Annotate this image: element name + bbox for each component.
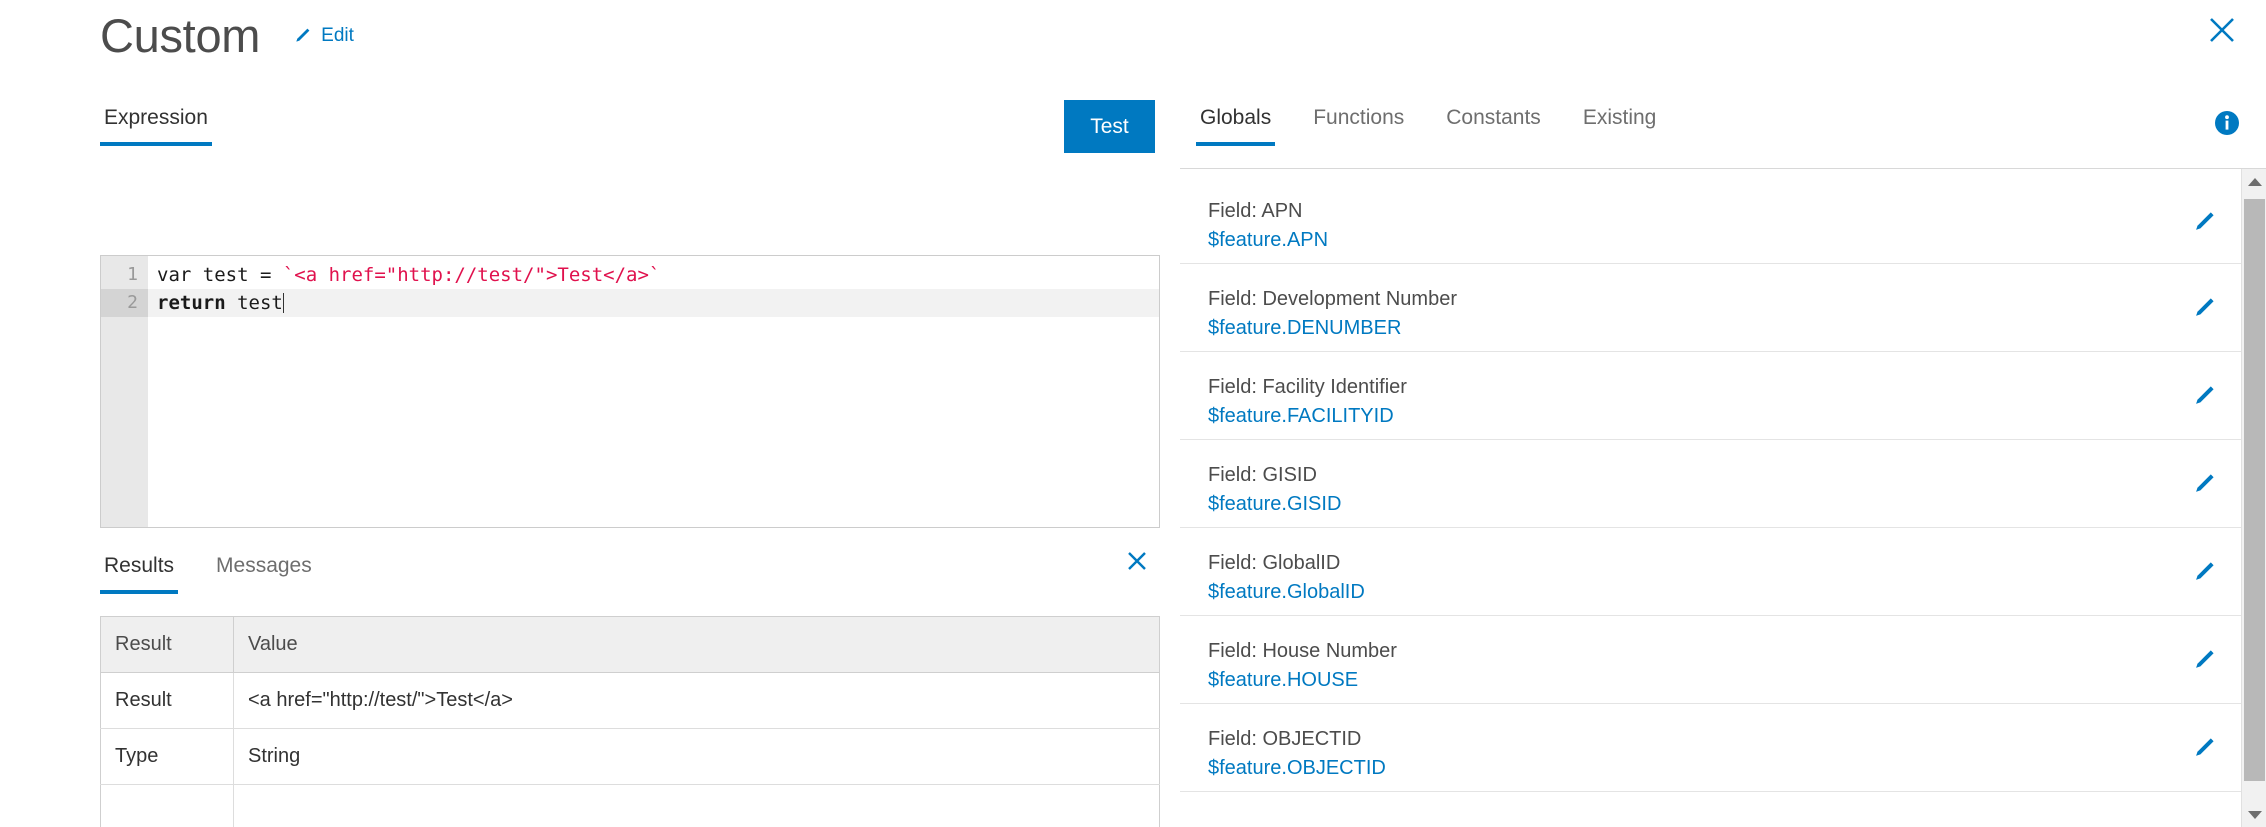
pencil-icon[interactable]: [2191, 559, 2217, 585]
table-row: Result <a href="http://test/">Test</a>: [101, 673, 1160, 729]
list-item[interactable]: Field: GlobalID $feature.GlobalID: [1180, 528, 2241, 616]
close-icon[interactable]: [2200, 8, 2244, 52]
dialog-header: Custom Edit: [100, 12, 354, 59]
edit-title-button[interactable]: Edit: [292, 25, 354, 47]
code-token: var test =: [157, 264, 283, 286]
reference-list-scrollbar[interactable]: [2241, 169, 2266, 827]
tab-messages-label: Messages: [216, 554, 312, 577]
code-editor[interactable]: 1 2 var test = `<a href="http://test/">T…: [100, 255, 1160, 528]
code-token-keyword: return: [157, 292, 226, 314]
reference-list-wrap: Field: APN $feature.APN Field: Developme…: [1180, 168, 2266, 827]
line-number: 1: [101, 261, 148, 289]
row-value-empty: [234, 785, 1160, 827]
code-token-string: `<a href="http://test/">Test</a>`: [283, 264, 661, 286]
field-label: Field: House Number: [1208, 637, 2171, 666]
list-item[interactable]: Field: Development Number $feature.DENUM…: [1180, 264, 2241, 352]
field-expression[interactable]: $feature.APN: [1208, 226, 2171, 255]
table-empty-row: [101, 785, 1160, 827]
expression-tabbar: Expression: [100, 102, 212, 146]
chevron-down-icon[interactable]: [2242, 802, 2266, 827]
tab-globals[interactable]: Globals: [1196, 102, 1275, 146]
field-label: Field: OBJECTID: [1208, 725, 2171, 754]
page-title: Custom: [100, 12, 260, 59]
results-section: Results Messages Result Value: [100, 550, 1160, 827]
list-item[interactable]: Field: Facility Identifier $feature.FACI…: [1180, 352, 2241, 440]
code-line: return test: [148, 289, 1159, 317]
field-expression[interactable]: $feature.GISID: [1208, 490, 2171, 519]
field-label: Field: Facility Identifier: [1208, 373, 2171, 402]
field-label: Field: Development Number: [1208, 285, 2171, 314]
tab-results-label: Results: [104, 554, 174, 577]
expression-panel: Expression 1 2 var test = `<a href="http…: [0, 90, 1180, 827]
row-key: Result: [101, 673, 234, 729]
pencil-icon[interactable]: [2191, 383, 2217, 409]
list-item[interactable]: Field: GISID $feature.GISID: [1180, 440, 2241, 528]
results-tabbar: Results Messages: [100, 550, 1160, 594]
tab-existing-label: Existing: [1583, 106, 1657, 129]
test-button[interactable]: Test: [1064, 100, 1155, 153]
tab-results[interactable]: Results: [100, 550, 178, 594]
edit-label: Edit: [321, 25, 354, 47]
pencil-icon: [292, 26, 312, 46]
row-value: String: [234, 729, 1160, 785]
code-line: var test = `<a href="http://test/">Test<…: [148, 261, 1159, 289]
line-number-gutter: 1 2: [101, 256, 148, 527]
reference-tabbar: Globals Functions Constants Existing: [1196, 102, 1660, 146]
field-label: Field: GlobalID: [1208, 549, 2171, 578]
tab-expression-label: Expression: [104, 106, 208, 129]
results-table: Result Value Result <a href="http://test…: [100, 616, 1160, 827]
column-header-value: Value: [234, 617, 1160, 673]
column-header-result: Result: [101, 617, 234, 673]
tab-constants[interactable]: Constants: [1442, 102, 1545, 146]
tab-globals-label: Globals: [1200, 106, 1271, 129]
list-item[interactable]: Field: House Number $feature.HOUSE: [1180, 616, 2241, 704]
tab-expression[interactable]: Expression: [100, 102, 212, 146]
row-key: Type: [101, 729, 234, 785]
row-value: <a href="http://test/">Test</a>: [234, 673, 1160, 729]
reference-panel: Globals Functions Constants Existing: [1180, 90, 2266, 827]
tab-constants-label: Constants: [1446, 106, 1541, 129]
field-label: Field: APN: [1208, 197, 2171, 226]
scrollbar-thumb[interactable]: [2244, 199, 2265, 781]
row-key-empty: [101, 785, 234, 827]
tab-existing[interactable]: Existing: [1579, 102, 1661, 146]
code-token: test: [226, 292, 283, 314]
pencil-icon[interactable]: [2191, 647, 2217, 673]
pencil-icon[interactable]: [2191, 295, 2217, 321]
info-icon[interactable]: [2212, 108, 2242, 138]
tab-functions[interactable]: Functions: [1309, 102, 1408, 146]
field-expression[interactable]: $feature.DENUMBER: [1208, 314, 2171, 343]
list-item[interactable]: Field: APN $feature.APN: [1180, 169, 2241, 264]
pencil-icon[interactable]: [2191, 735, 2217, 761]
chevron-up-icon[interactable]: [2242, 169, 2266, 194]
field-label: Field: GISID: [1208, 461, 2171, 490]
tab-functions-label: Functions: [1313, 106, 1404, 129]
text-caret: [283, 293, 284, 313]
field-expression[interactable]: $feature.FACILITYID: [1208, 402, 2171, 431]
field-expression[interactable]: $feature.OBJECTID: [1208, 754, 2171, 783]
tab-messages[interactable]: Messages: [212, 550, 316, 594]
list-item[interactable]: Field: OBJECTID $feature.OBJECTID: [1180, 704, 2241, 792]
reference-list: Field: APN $feature.APN Field: Developme…: [1180, 169, 2241, 827]
table-header-row: Result Value: [101, 617, 1160, 673]
expression-editor-dialog: Custom Edit Expression 1 2 var: [0, 0, 2266, 827]
close-results-icon[interactable]: [1120, 544, 1154, 578]
code-area[interactable]: var test = `<a href="http://test/">Test<…: [148, 256, 1159, 527]
line-number: 2: [101, 289, 148, 317]
field-expression[interactable]: $feature.HOUSE: [1208, 666, 2171, 695]
pencil-icon[interactable]: [2191, 471, 2217, 497]
field-expression[interactable]: $feature.GlobalID: [1208, 578, 2171, 607]
table-row: Type String: [101, 729, 1160, 785]
pencil-icon[interactable]: [2191, 209, 2217, 235]
